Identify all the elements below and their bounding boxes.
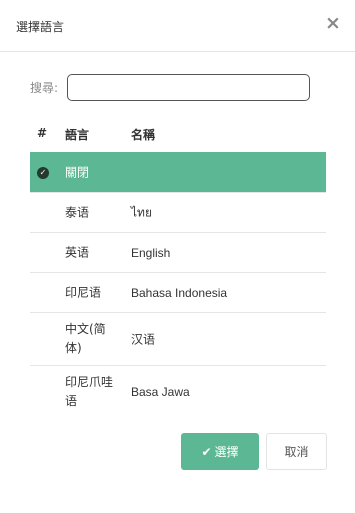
language-cell: 中文(简体) (65, 322, 106, 355)
check-circle-icon: ✓ (37, 166, 49, 179)
table-row-thai[interactable]: 泰语 ไทย (30, 192, 326, 232)
search-input[interactable] (67, 74, 310, 101)
table-row-off[interactable]: ✓ 關閉 (30, 152, 326, 192)
table-row-javanese[interactable]: 印尼爪哇语 Basa Jawa (30, 365, 326, 418)
name-cell: Bahasa Indonesia (131, 285, 228, 300)
name-cell: Basa Jawa (131, 385, 190, 399)
name-cell: 汉语 (131, 332, 156, 347)
name-cell: ไทย (131, 205, 152, 219)
search-row: 搜尋: (30, 74, 310, 101)
close-icon[interactable]: × (325, 13, 341, 33)
language-cell: 泰语 (65, 205, 90, 219)
select-button[interactable]: ✔ 選擇 (181, 433, 259, 470)
table-row-chinese-simplified[interactable]: 中文(简体) 汉语 (30, 312, 326, 365)
search-label: 搜尋: (30, 81, 59, 95)
table-header: # 語言 名稱 (30, 114, 326, 152)
check-icon: ✔ (201, 445, 212, 459)
column-header-name: 名稱 (131, 128, 156, 142)
dialog-header: 選擇語言 × (0, 0, 355, 52)
table-row-indonesian[interactable]: 印尼语 Bahasa Indonesia (30, 272, 326, 312)
cancel-button[interactable]: 取消 (266, 433, 327, 470)
column-header-language: 語言 (65, 128, 90, 142)
name-cell: English (131, 245, 171, 260)
dialog-title: 選擇語言 (16, 20, 65, 34)
language-cell: 印尼爪哇语 (65, 375, 114, 408)
select-button-label: 選擇 (214, 445, 239, 459)
language-cell: 英语 (65, 245, 90, 259)
language-cell: 印尼语 (65, 285, 102, 299)
table-row-english[interactable]: 英语 English (30, 232, 326, 272)
language-cell: 關閉 (65, 165, 90, 179)
language-table: # 語言 名稱 ✓ 關閉 泰语 ไทย 英语 English 印尼语 Bahas… (30, 114, 326, 418)
column-header-number: # (37, 126, 48, 140)
